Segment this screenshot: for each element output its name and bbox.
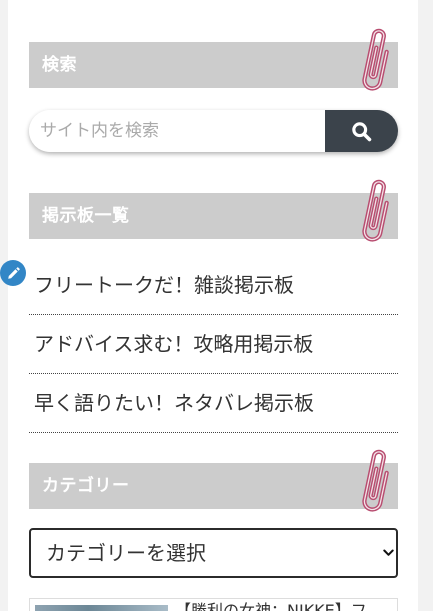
list-item: フリートークだ！雑談掲示板	[29, 256, 398, 315]
search-icon	[352, 121, 372, 141]
list-item: アドバイス求む！攻略用掲示板	[29, 315, 398, 374]
post-thumbnail[interactable]	[35, 605, 168, 611]
category-select[interactable]: カテゴリーを選択	[29, 528, 398, 578]
board-link-free-talk[interactable]: フリートークだ！雑談掲示板	[34, 256, 398, 314]
board-widget-title: 掲示板一覧	[29, 179, 398, 242]
board-link-spoilers[interactable]: 早く語りたい！ネタバレ掲示板	[34, 374, 398, 432]
post-card[interactable]: 【勝利の女神：NIKKE】フ	[29, 598, 398, 611]
pencil-icon	[7, 266, 20, 279]
search-input[interactable]	[29, 110, 325, 152]
list-item: 早く語りたい！ネタバレ掲示板	[29, 374, 398, 433]
category-widget-title: カテゴリー	[29, 449, 398, 512]
search-form	[29, 110, 398, 152]
search-widget-title: 検索	[29, 28, 398, 91]
category-widget-title-text: カテゴリー	[42, 476, 130, 496]
category-select-wrapper: カテゴリーを選択	[29, 528, 398, 578]
board-link-advice[interactable]: アドバイス求む！攻略用掲示板	[34, 315, 398, 373]
search-widget-title-text: 検索	[42, 55, 77, 75]
post-title[interactable]: 【勝利の女神：NIKKE】フ	[175, 600, 393, 611]
sidebar: 検索 掲示板一覧 フリートークだ！雑談掲示板 アドバイス求む！攻略用掲示板	[0, 0, 433, 611]
edit-button[interactable]	[0, 260, 26, 286]
board-list: フリートークだ！雑談掲示板 アドバイス求む！攻略用掲示板 早く語りたい！ネタバレ…	[29, 256, 398, 433]
search-button[interactable]	[325, 110, 398, 152]
board-widget-title-text: 掲示板一覧	[42, 206, 130, 226]
